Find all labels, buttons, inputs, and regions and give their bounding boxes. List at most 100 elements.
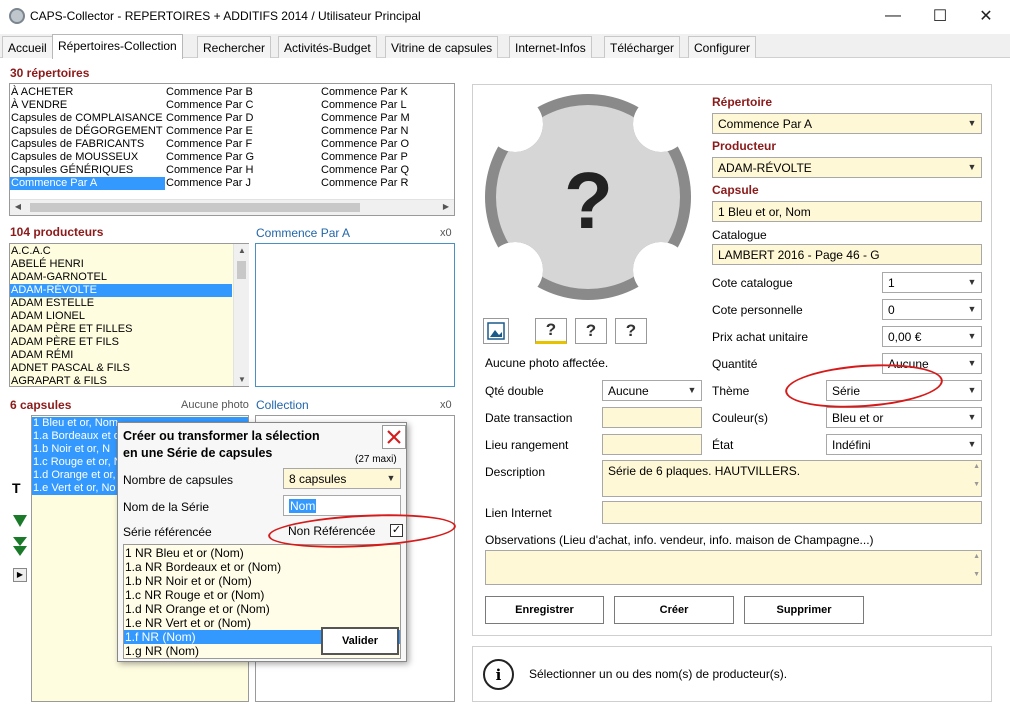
tab-telecharger[interactable]: Télécharger xyxy=(604,36,681,58)
nom-serie-input[interactable]: Nom xyxy=(283,495,401,516)
catalogue-input[interactable]: LAMBERT 2016 - Page 46 - G xyxy=(712,244,982,265)
serie-list-item[interactable]: 1.d NR Orange et or (Nom) xyxy=(124,602,400,616)
nombre-select[interactable]: 8 capsules ▼ xyxy=(283,468,401,489)
couleur-select[interactable]: Bleu et or ▼ xyxy=(826,407,982,428)
producteur-item[interactable]: ADAM LIONEL xyxy=(10,310,232,323)
observations-input[interactable]: ▲ ▼ xyxy=(485,550,982,585)
producteur-select[interactable]: ADAM-RÉVOLTE ▼ xyxy=(712,157,982,178)
qte-double-select[interactable]: Aucune ▼ xyxy=(602,380,702,401)
producteur-item[interactable]: A.C.A.C xyxy=(10,245,232,258)
repertoire-item[interactable]: Capsules GÉNÉRIQUES xyxy=(10,164,165,177)
producteurs-heading: 104 producteurs xyxy=(10,225,104,239)
tab-vitrine[interactable]: Vitrine de capsules xyxy=(385,36,499,58)
minimize-button[interactable]: — xyxy=(870,0,916,32)
couleur-label: Couleur(s) xyxy=(712,411,769,425)
date-input[interactable] xyxy=(602,407,702,428)
title-bar: CAPS-Collector - REPERTOIRES + ADDITIFS … xyxy=(0,0,1010,32)
producteur-filter-list[interactable] xyxy=(255,243,455,387)
tab-accueil[interactable]: Accueil xyxy=(2,36,53,58)
cote-catalogue-select[interactable]: 1 ▼ xyxy=(882,272,982,293)
tab-configurer[interactable]: Configurer xyxy=(688,36,757,58)
producteurs-vscroll[interactable]: ▲ ▼ xyxy=(233,244,249,386)
producteur-item[interactable]: ADAM PÈRE ET FILLES xyxy=(10,323,232,336)
valider-button[interactable]: Valider xyxy=(321,627,399,655)
producteur-item[interactable]: ADNET PASCAL & FILS xyxy=(10,362,232,375)
prix-select[interactable]: 0,00 € ▼ xyxy=(882,326,982,347)
description-input[interactable]: Série de 6 plaques. HAUTVILLERS. ▲ ▼ xyxy=(602,460,982,497)
repertoire-item[interactable]: Commence Par K xyxy=(320,86,455,99)
repertoire-item[interactable]: Commence Par J xyxy=(165,177,320,190)
photo-gallery-icon[interactable] xyxy=(483,318,509,344)
move-bottom-icon[interactable] xyxy=(12,536,28,558)
move-down-icon[interactable] xyxy=(12,513,28,529)
tab-repertoires-collection[interactable]: Répertoires-Collection xyxy=(52,34,183,59)
capsules-heading: 6 capsules xyxy=(10,398,72,412)
serie-list-item[interactable]: 1 NR Bleu et or (Nom) xyxy=(124,546,400,560)
producteur-item[interactable]: ADAM-RÉVOLTE xyxy=(10,284,232,297)
repertoire-item[interactable]: Commence Par O xyxy=(320,138,455,151)
repertoire-item[interactable]: Commence Par H xyxy=(165,164,320,177)
repertoire-item[interactable]: Commence Par L xyxy=(320,99,455,112)
producteur-item[interactable]: AGRAPART & FILS xyxy=(10,375,232,388)
chevron-down-icon: ▼ xyxy=(386,473,396,483)
close-window-button[interactable]: ✕ xyxy=(963,0,1009,32)
supprimer-button[interactable]: Supprimer xyxy=(744,596,864,624)
dialog-close-button[interactable] xyxy=(382,425,406,449)
producteur-item[interactable]: ABELÉ HENRI xyxy=(10,258,232,271)
maximize-button[interactable]: ☐ xyxy=(917,0,963,32)
producteur-item[interactable]: ADAM-GARNOTEL xyxy=(10,271,232,284)
enregistrer-button[interactable]: Enregistrer xyxy=(485,596,604,624)
tab-internet-infos[interactable]: Internet-Infos xyxy=(509,36,592,58)
photo-slot-1-button[interactable]: ? xyxy=(535,318,567,344)
repertoire-item[interactable]: Commence Par C xyxy=(165,99,320,112)
repertoires-hscroll[interactable]: ◀ ▶ xyxy=(10,199,454,215)
etat-select[interactable]: Indéfini ▼ xyxy=(826,434,982,455)
producteurs-list[interactable]: A.C.A.C ABELÉ HENRI ADAM-GARNOTEL ADAM-RÉVO… xyxy=(9,243,249,387)
photo-placeholder-text: ? xyxy=(564,156,613,245)
description-scroll-icon[interactable]: ▲ ▼ xyxy=(973,462,980,489)
tab-rechercher[interactable]: Rechercher xyxy=(197,36,272,58)
repertoire-item[interactable]: Capsules de COMPLAISANCE xyxy=(10,112,165,125)
repertoire-item[interactable]: À VENDRE xyxy=(10,99,165,112)
chevron-down-icon: ▼ xyxy=(967,385,977,395)
tab-activites-budget[interactable]: Activités-Budget xyxy=(278,36,377,58)
producteur-item[interactable]: ADAM PÈRE ET FILS xyxy=(10,336,232,349)
repertoire-item[interactable]: Commence Par F xyxy=(165,138,320,151)
cote-perso-label: Cote personnelle xyxy=(712,303,803,317)
serie-list-item[interactable]: 1.a NR Bordeaux et or (Nom) xyxy=(124,560,400,574)
repertoire-item[interactable]: Commence Par R xyxy=(320,177,455,190)
cote-perso-select[interactable]: 0 ▼ xyxy=(882,299,982,320)
lieu-input[interactable] xyxy=(602,434,702,455)
repertoire-select[interactable]: Commence Par A ▼ xyxy=(712,113,982,134)
repertoire-item[interactable]: Commence Par B xyxy=(165,86,320,99)
lien-input[interactable] xyxy=(602,501,982,524)
repertoire-item[interactable]: Commence Par D xyxy=(165,112,320,125)
repertoire-item[interactable]: Commence Par N xyxy=(320,125,455,138)
repertoire-item[interactable]: Commence Par A xyxy=(10,177,165,190)
repertoire-item[interactable]: Capsules de DÉGORGEMENT xyxy=(10,125,165,138)
repertoire-item[interactable]: Capsules de FABRICANTS xyxy=(10,138,165,151)
capsule-input[interactable]: 1 Bleu et or, Nom xyxy=(712,201,982,222)
repertoire-item[interactable]: Commence Par G xyxy=(165,151,320,164)
repertoire-item[interactable]: À ACHETER xyxy=(10,86,165,99)
text-tool-icon[interactable]: T xyxy=(12,480,21,496)
repertoire-item[interactable]: Commence Par P xyxy=(320,151,455,164)
creer-button[interactable]: Créer xyxy=(614,596,734,624)
repertoire-item[interactable]: Commence Par Q xyxy=(320,164,455,177)
lien-label: Lien Internet xyxy=(485,506,552,520)
repertoire-item[interactable]: Capsules de MOUSSEUX xyxy=(10,151,165,164)
observations-scroll-icon[interactable]: ▲ ▼ xyxy=(973,552,980,579)
photo-slot-3-button[interactable]: ? xyxy=(615,318,647,344)
serie-list-item[interactable]: 1.c NR Rouge et or (Nom) xyxy=(124,588,400,602)
producteur-item[interactable]: ADAM RÉMI xyxy=(10,349,232,362)
photo-slot-2-button[interactable]: ? xyxy=(575,318,607,344)
repertoire-item[interactable]: Commence Par E xyxy=(165,125,320,138)
theme-label: Thème xyxy=(712,384,750,398)
expand-icon[interactable]: ▶ xyxy=(13,568,27,582)
producteur-item[interactable]: ADAM ESTELLE xyxy=(10,297,232,310)
serie-list-item[interactable]: 1.b NR Noir et or (Nom) xyxy=(124,574,400,588)
producteur-filter-heading: Commence Par A xyxy=(256,226,351,240)
repertoires-list[interactable]: À ACHETER À VENDRE Capsules de COMPLAISANC… xyxy=(9,83,455,216)
repertoire-item[interactable]: Commence Par M xyxy=(320,112,455,125)
window-title: CAPS-Collector - REPERTOIRES + ADDITIFS … xyxy=(30,9,421,23)
